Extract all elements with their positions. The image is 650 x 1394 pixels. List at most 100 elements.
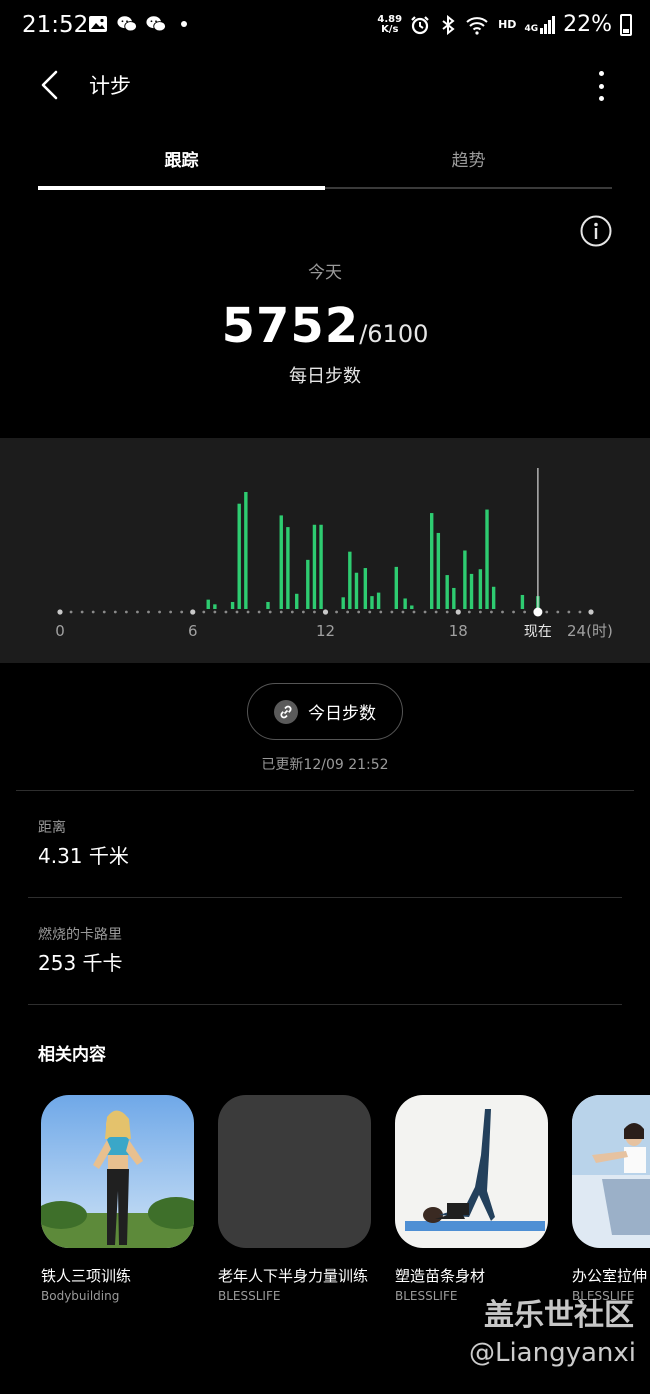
card-title: 塑造苗条身材 (395, 1267, 486, 1285)
chart-baseline-dot (224, 610, 228, 614)
tab-trend[interactable]: 趋势 (325, 140, 612, 188)
chart-tick-label: 24(时) (567, 622, 613, 640)
chart-major-tick (455, 609, 461, 615)
card-title: 老年人下半身力量训练 (218, 1267, 369, 1285)
chart-tick-label: 6 (188, 622, 198, 640)
chart-baseline-dot (423, 610, 427, 614)
chart-bar (312, 524, 317, 609)
chart-bar (341, 597, 345, 609)
chart-svg: 0 6 12 18 现在 24(时) (55, 468, 613, 640)
card-thumbnail-office (572, 1095, 650, 1248)
chart-bar (244, 492, 248, 609)
chart-bar (445, 575, 449, 609)
chart-baseline-dot (335, 610, 338, 614)
chart-baseline-dot (368, 610, 372, 614)
distance-label: 距离 (38, 820, 66, 836)
last-updated: 已更新12/09 21:52 (261, 757, 389, 773)
divider (28, 897, 622, 898)
chart-bar (376, 592, 381, 609)
wechat-icon-2 (146, 16, 166, 32)
chart-tick-label: 现在 (524, 624, 552, 640)
chart-bar (237, 503, 241, 609)
chart-baseline-dot (136, 610, 139, 614)
chart-bar (319, 524, 323, 609)
chart-bar (348, 551, 352, 609)
chart-bar (403, 598, 407, 609)
calories-label: 燃烧的卡路里 (38, 927, 122, 943)
chart-tick-label: 18 (449, 622, 468, 640)
more-options-button[interactable] (586, 69, 616, 103)
chart-baseline-dot (567, 610, 571, 614)
chart-baseline-dot (379, 610, 383, 614)
info-button[interactable] (580, 215, 612, 247)
chart-bar (394, 566, 398, 609)
period-label: 今天 (308, 263, 342, 283)
chart-baseline-dot (113, 610, 117, 614)
more-notifications-dot (181, 21, 187, 27)
gallery-icon (89, 16, 107, 32)
card-title: 办公室拉伸 (572, 1267, 648, 1285)
chart-baseline-dot (246, 610, 250, 614)
chart-bar (436, 532, 441, 609)
hourly-steps-chart: 0 6 12 18 现在 24(时) (0, 438, 650, 663)
chart-baseline-dot (512, 610, 515, 614)
chart-baseline-dot (434, 610, 438, 614)
chart-baseline-dot (213, 610, 217, 614)
related-content-title: 相关内容 (38, 1045, 106, 1065)
chart-baseline-dot (578, 610, 582, 614)
chart-bar (370, 596, 374, 609)
related-card[interactable]: 老年人下半身力量训练 BLESSLIFE (218, 1095, 371, 1303)
related-card[interactable]: 办公室拉伸 BLESSLIFE (572, 1095, 650, 1303)
chart-baseline-dot (268, 610, 272, 614)
chart-baseline-dot (490, 610, 493, 614)
wechat-icon (117, 16, 137, 32)
chart-baseline-dot (202, 610, 206, 614)
battery-icon (620, 13, 632, 36)
chart-baseline-dot (69, 610, 73, 614)
steps-summary: 5752/6100 (0, 298, 650, 354)
chart-bar (306, 559, 310, 609)
back-arrow-icon (41, 70, 58, 100)
more-options-icon (598, 71, 604, 76)
chart-baseline-dot (501, 610, 504, 614)
chart-baseline-dot (346, 610, 350, 614)
chart-bar (452, 587, 456, 609)
back-button[interactable] (30, 65, 70, 105)
chart-baseline-dot (467, 610, 471, 614)
chart-baseline-dot (523, 610, 527, 614)
related-card[interactable]: 铁人三项训练 Bodybuilding (41, 1095, 194, 1303)
app-header: 计步 (0, 55, 650, 115)
chart-baseline-dot (556, 610, 560, 614)
net-speed: 4.89 K/s (377, 14, 402, 35)
chart-bar (266, 601, 270, 609)
chart-bar (213, 604, 217, 609)
chart-baseline-dot (102, 610, 106, 614)
page-title: 计步 (89, 74, 131, 98)
chart-bar (354, 572, 359, 609)
divider (28, 1004, 622, 1005)
tab-track[interactable]: 跟踪 (38, 140, 325, 188)
related-card[interactable]: 塑造苗条身材 BLESSLIFE (395, 1095, 548, 1303)
battery-percent: 22% (563, 12, 612, 37)
steps-goal: /6100 (359, 320, 429, 348)
chart-baseline-dot (357, 610, 361, 614)
chart-bar (478, 569, 483, 609)
chart-bar (295, 593, 299, 609)
chart-major-tick (588, 609, 594, 615)
calories-value: 253 千卡 (38, 951, 123, 975)
today-steps-share-button[interactable]: 今日步数 (247, 683, 403, 740)
chart-bar (520, 594, 525, 609)
chart-baseline-dot (301, 610, 305, 614)
chart-bar (491, 586, 496, 609)
chart-baseline-dot (180, 610, 184, 614)
chart-major-tick (190, 609, 196, 615)
chart-bar (279, 515, 283, 609)
chart-baseline-dot (445, 610, 449, 614)
chart-bar (230, 601, 235, 609)
chart-bar (469, 573, 474, 609)
chart-tick-label: 12 (316, 622, 335, 640)
chart-tick-label: 0 (55, 622, 65, 640)
chart-baseline-dot (478, 610, 482, 614)
system-icons: 4.89 K/s HD 4G 22% (377, 12, 632, 37)
chart-bar (363, 568, 368, 609)
